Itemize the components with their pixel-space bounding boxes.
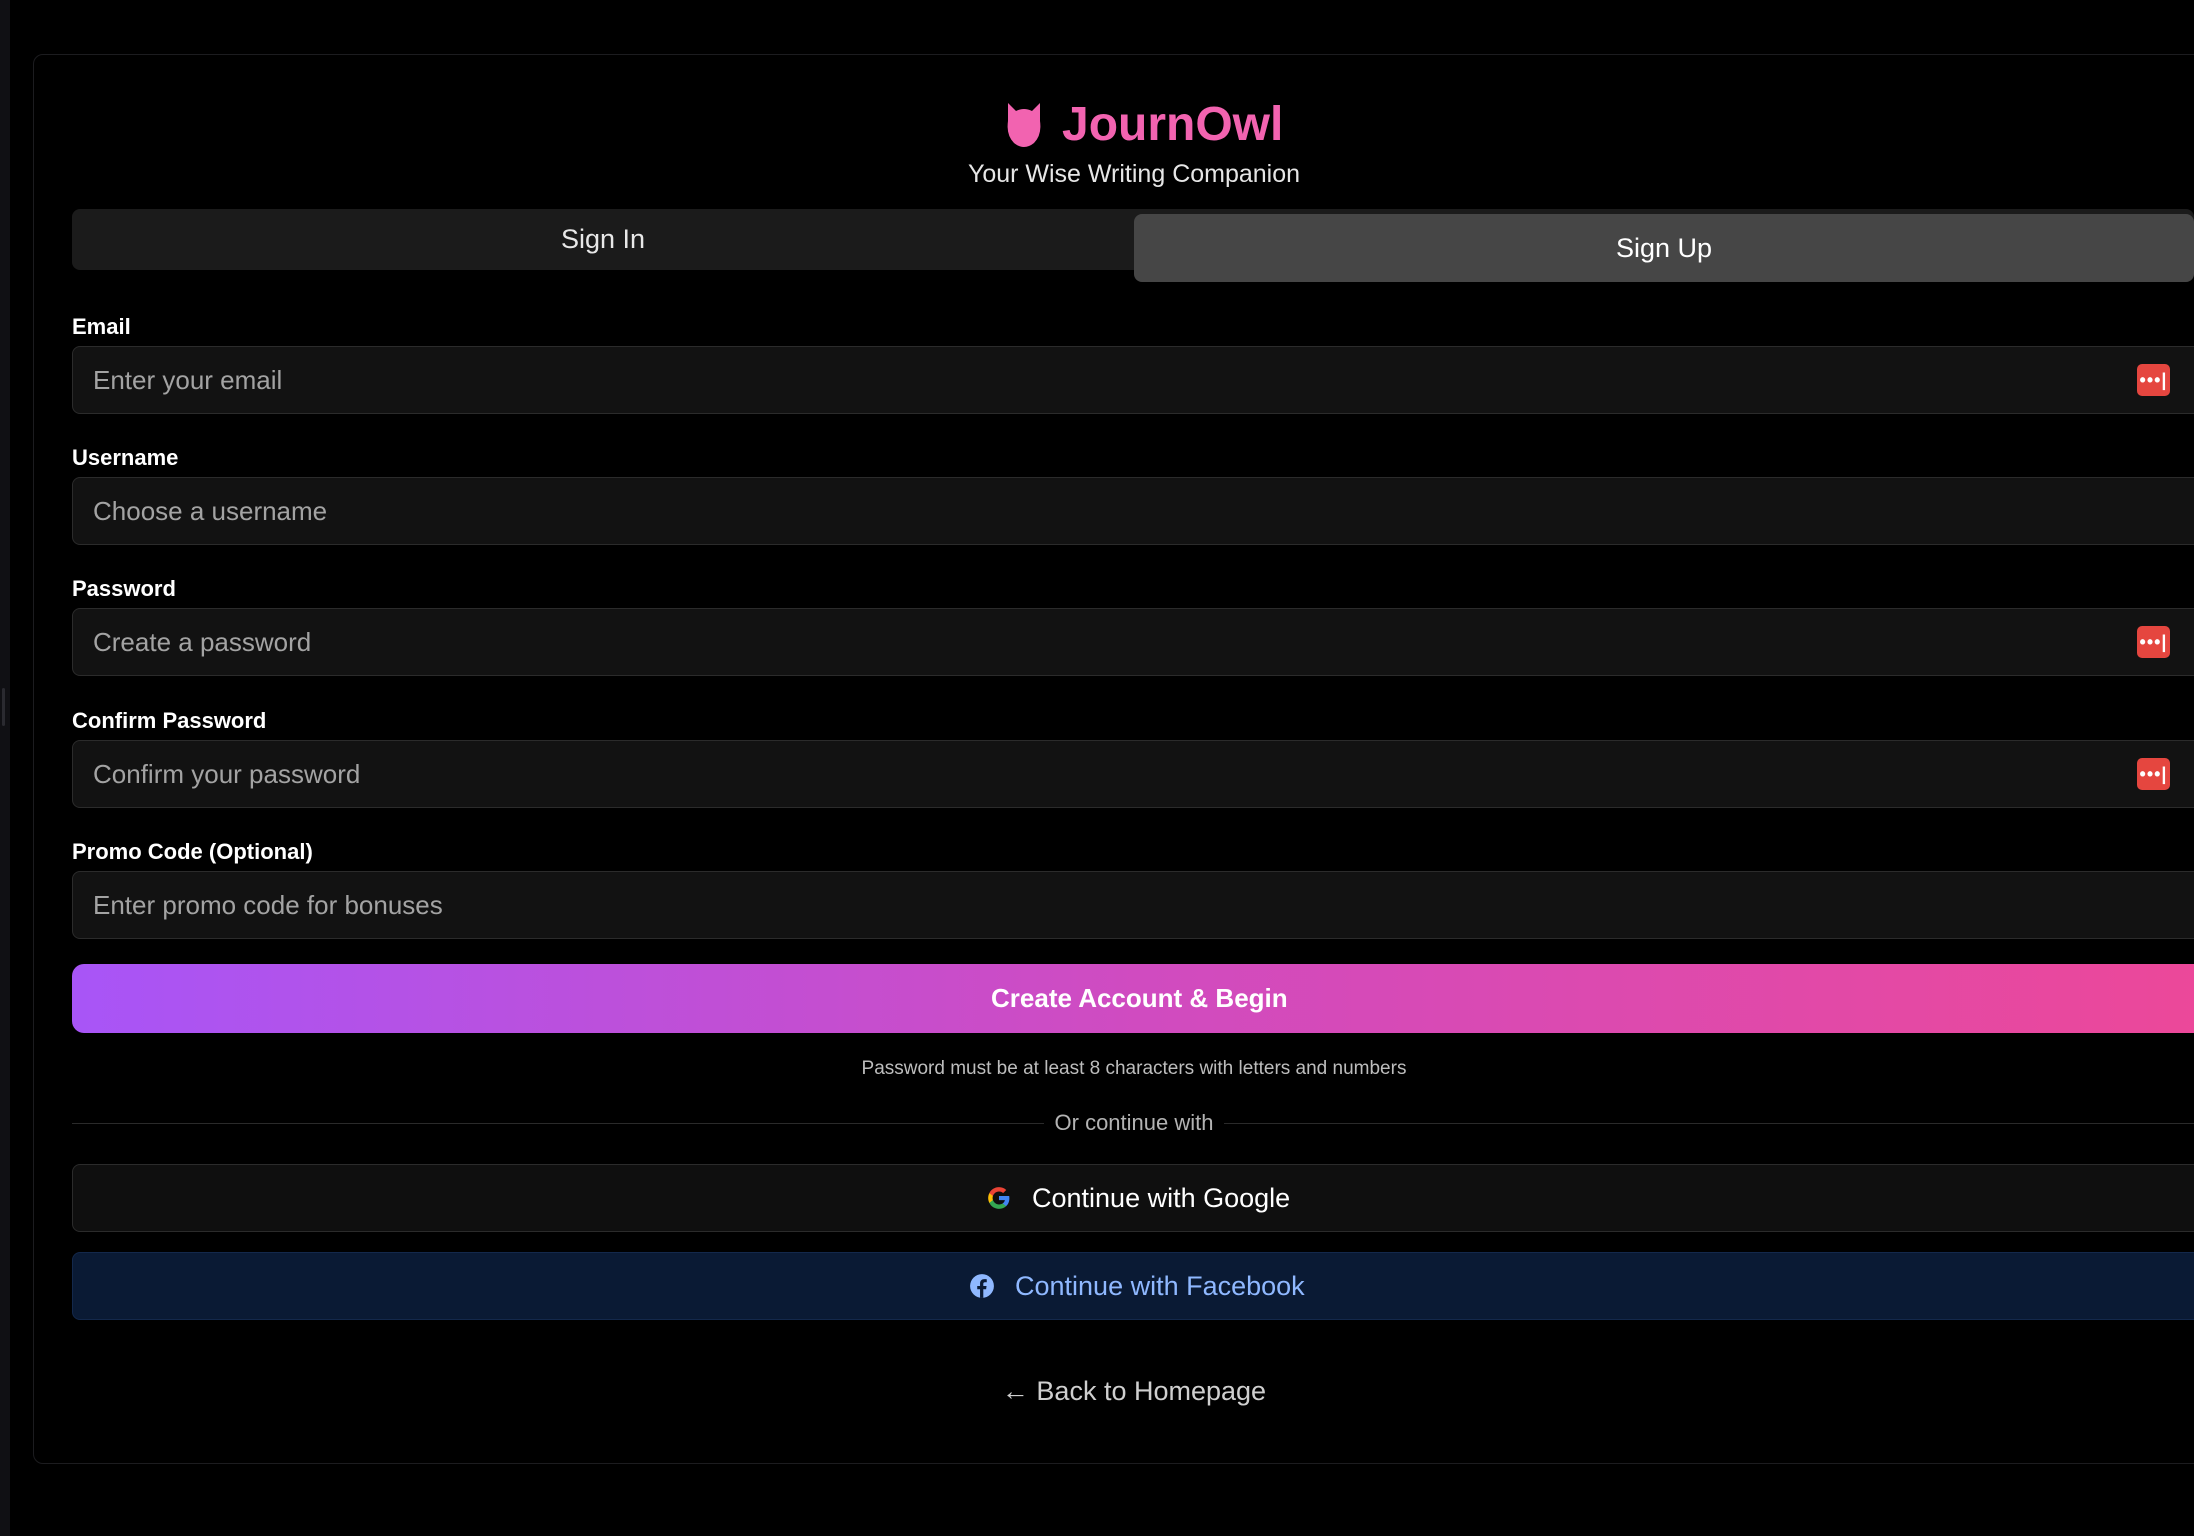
password-manager-icon[interactable]: •••| [2137, 626, 2170, 658]
brand-header: JournOwl [1004, 94, 1283, 154]
owl-icon [1007, 103, 1041, 147]
divider-left [72, 1123, 1044, 1124]
email-label: Email [72, 314, 131, 339]
email-field[interactable] [72, 346, 2194, 414]
facebook-button-label: Continue with Facebook [1015, 1270, 1305, 1301]
password-label: Password [72, 576, 176, 601]
confirm-password-label: Confirm Password [72, 708, 267, 733]
facebook-icon [970, 1274, 994, 1298]
password-hint: Password must be at least 8 characters w… [861, 1058, 1407, 1079]
facebook-signin-button[interactable]: Continue with Facebook [72, 1252, 2194, 1320]
divider-text: Or continue with [1054, 1110, 1214, 1135]
resize-handle[interactable] [2, 688, 5, 726]
google-icon [988, 1187, 1010, 1209]
google-signin-button[interactable]: Continue with Google [72, 1164, 2194, 1232]
left-sidebar-rail [0, 0, 10, 1536]
password-field[interactable] [72, 608, 2194, 676]
username-field[interactable] [72, 477, 2194, 545]
divider-right [1224, 1123, 2194, 1124]
username-label: Username [72, 445, 179, 470]
tab-sign-up[interactable]: Sign Up [1134, 214, 2194, 282]
back-to-homepage-link[interactable]: ← Back to Homepage [0, 1376, 2194, 1407]
tab-sign-in[interactable]: Sign In [72, 209, 1134, 270]
promo-code-field[interactable] [72, 871, 2194, 939]
tagline: Your Wise Writing Companion [967, 160, 1301, 188]
auth-tabs: Sign In Sign Up [72, 209, 2194, 282]
password-manager-icon[interactable]: •••| [2137, 364, 2170, 396]
confirm-password-field[interactable] [72, 740, 2194, 808]
brand-name: JournOwl [1062, 97, 1284, 151]
create-account-button[interactable]: Create Account & Begin [72, 964, 2194, 1033]
promo-code-label: Promo Code (Optional) [72, 839, 313, 864]
google-button-label: Continue with Google [1032, 1182, 1291, 1213]
password-manager-icon[interactable]: •••| [2137, 758, 2170, 790]
